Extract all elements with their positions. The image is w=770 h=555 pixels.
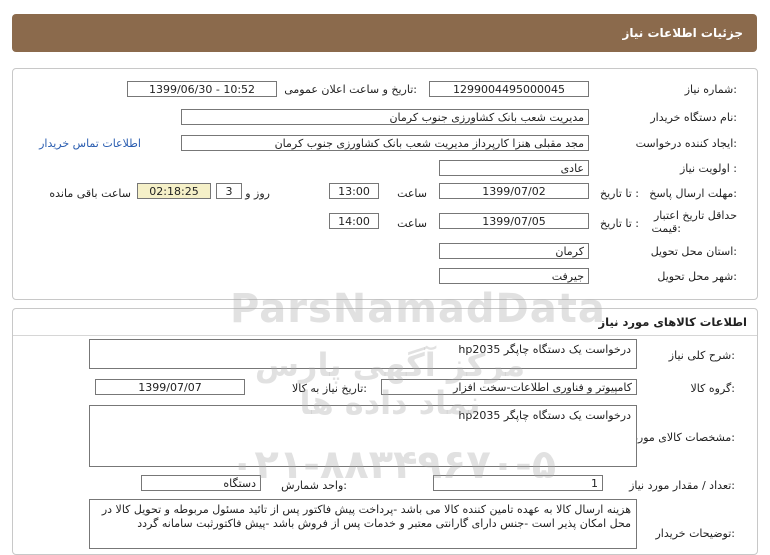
group-label: گروه کالا: xyxy=(690,382,735,395)
unit-label: واحد شمارش: xyxy=(281,479,347,492)
deadline-to-date-label: تا تاریخ : xyxy=(600,187,639,200)
buyer-contact-link[interactable]: اطلاعات تماس خریدار xyxy=(39,137,141,150)
desc-label: شرح کلی نیاز: xyxy=(668,349,735,362)
validity-label-1: حداقل تاریخ اعتبار xyxy=(653,209,737,222)
announce-field: 1399/06/30 - 10:52 xyxy=(127,81,277,97)
province-label: استان محل تحویل: xyxy=(650,245,737,258)
priority-field: عادی xyxy=(439,160,589,176)
need-number-field: 1299004495000045 xyxy=(429,81,589,97)
remaining-time-field: 02:18:25 xyxy=(137,183,211,199)
qty-label: تعداد / مقدار مورد نیاز: xyxy=(629,479,735,492)
need-date-label: تاریخ نیاز به کالا: xyxy=(292,382,367,395)
goods-separator xyxy=(13,335,757,336)
validity-time-label: ساعت xyxy=(397,217,427,230)
page-header: جزئیات اطلاعات نیاز xyxy=(12,14,757,52)
validity-label-2: قیمت: xyxy=(651,222,681,235)
city-field: جیرفت xyxy=(439,268,589,284)
city-label: شهر محل تحویل: xyxy=(657,270,737,283)
goods-section-title: اطلاعات کالاهای مورد نیاز xyxy=(598,315,747,329)
deadline-label: مهلت ارسال پاسخ: xyxy=(649,187,737,200)
buyer-notes-label: توضیحات خریدار: xyxy=(655,527,736,540)
deadline-time-label: ساعت xyxy=(397,187,427,200)
buyer-notes-field: هزینه ارسال کالا به عهده تامین کننده کال… xyxy=(89,499,637,549)
days-field: 3 xyxy=(216,183,242,199)
creator-field: مجد مقبلی هنزا کارپرداز مدیریت شعب بانک … xyxy=(181,135,589,151)
qty-field: 1 xyxy=(433,475,603,491)
province-field: کرمان xyxy=(439,243,589,259)
creator-label: ایجاد کننده درخواست: xyxy=(635,137,737,150)
announce-label: تاریخ و ساعت اعلان عمومی: xyxy=(284,83,417,96)
deadline-time-field: 13:00 xyxy=(329,183,379,199)
need-number-label: شماره نیاز: xyxy=(684,83,737,96)
validity-time-field: 14:00 xyxy=(329,213,379,229)
days-and-label: روز و xyxy=(245,187,270,200)
need-date-field: 1399/07/07 xyxy=(95,379,245,395)
goods-panel: اطلاعات کالاهای مورد نیاز شرح کلی نیاز: … xyxy=(12,308,758,555)
priority-label: اولویت نیاز : xyxy=(679,162,737,175)
group-field: کامپیوتر و فناوری اطلاعات-سخت افزار xyxy=(381,379,637,395)
spec-field: درخواست یک دستگاه چاپگر hp2035 xyxy=(89,405,637,467)
validity-to-date-label: تا تاریخ : xyxy=(600,217,639,230)
buyer-org-label: نام دستگاه خریدار: xyxy=(650,111,737,124)
buyer-org-field: مدیریت شعب بانک کشاورزی جنوب کرمان xyxy=(181,109,589,125)
need-details-panel: شماره نیاز: 1299004495000045 تاریخ و ساع… xyxy=(12,68,758,300)
page-title: جزئیات اطلاعات نیاز xyxy=(622,26,743,40)
desc-field: درخواست یک دستگاه چاپگر hp2035 xyxy=(89,339,637,369)
remaining-label: ساعت باقی مانده xyxy=(49,187,131,200)
validity-date-field: 1399/07/05 xyxy=(439,213,589,229)
deadline-date-field: 1399/07/02 xyxy=(439,183,589,199)
unit-field: دستگاه xyxy=(141,475,261,491)
